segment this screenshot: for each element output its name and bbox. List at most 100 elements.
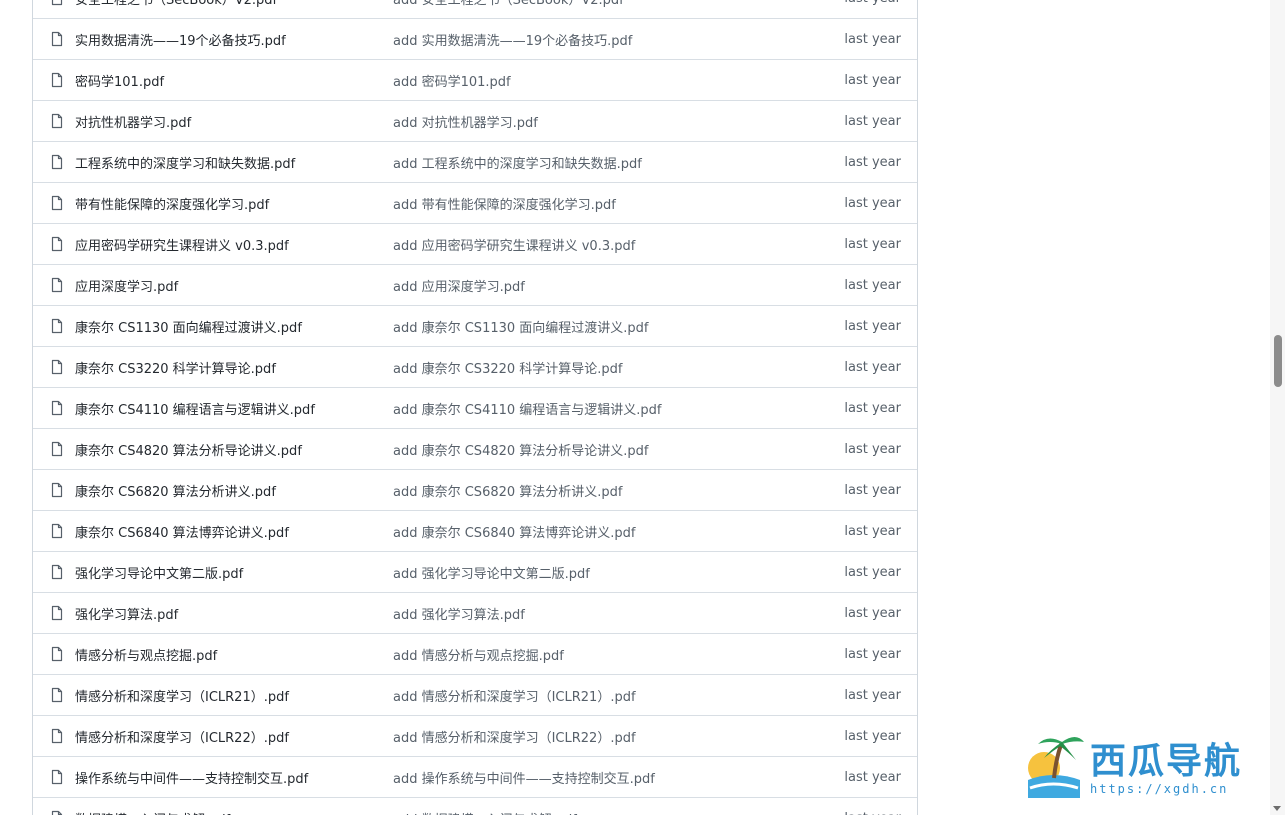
commit-message-link[interactable]: add 密码学101.pdf — [393, 71, 813, 90]
commit-age: last year — [844, 523, 901, 539]
file-row[interactable]: 强化学习导论中文第二版.pdf add 强化学习导论中文第二版.pdf last y… — [33, 551, 917, 592]
file-row[interactable]: 密码学101.pdf add 密码学101.pdf last year — [33, 59, 917, 100]
file-name-link[interactable]: 康奈尔 CS3220 科学计算导论.pdf — [75, 358, 393, 377]
file-icon — [49, 769, 65, 785]
file-row[interactable]: 康奈尔 CS4820 算法分析导论讲义.pdf add 康奈尔 CS4820 算法… — [33, 428, 917, 469]
file-icon — [49, 113, 65, 129]
file-name-link[interactable]: 情感分析与观点挖掘.pdf — [75, 645, 393, 664]
file-row[interactable]: 康奈尔 CS6820 算法分析讲义.pdf add 康奈尔 CS6820 算法分析… — [33, 469, 917, 510]
commit-age: last year — [844, 113, 901, 129]
commit-message-link[interactable]: add 带有性能保障的深度强化学习.pdf — [393, 194, 813, 213]
commit-message-link[interactable]: add 数据建模：入门与求解.pdf — [393, 809, 813, 815]
commit-message-link[interactable]: add 康奈尔 CS6820 算法分析讲义.pdf — [393, 481, 813, 500]
file-icon — [49, 810, 65, 815]
file-row[interactable]: 强化学习算法.pdf add 强化学习算法.pdf last year — [33, 592, 917, 633]
file-name-link[interactable]: 带有性能保障的深度强化学习.pdf — [75, 194, 393, 213]
commit-age: last year — [844, 359, 901, 375]
commit-message-link[interactable]: add 康奈尔 CS4110 编程语言与逻辑讲义.pdf — [393, 399, 813, 418]
commit-age: last year — [844, 769, 901, 785]
commit-age: last year — [844, 72, 901, 88]
file-icon — [49, 0, 65, 6]
commit-message-link[interactable]: add 康奈尔 CS1130 面向编程过渡讲义.pdf — [393, 317, 813, 336]
commit-age: last year — [844, 728, 901, 744]
file-row[interactable]: 操作系统与中间件——支持控制交互.pdf add 操作系统与中间件——支持控制交互… — [33, 756, 917, 797]
file-icon — [49, 318, 65, 334]
file-name-link[interactable]: 应用密码学研究生课程讲义 v0.3.pdf — [75, 235, 393, 254]
commit-message-link[interactable]: add 强化学习算法.pdf — [393, 604, 813, 623]
commit-age: last year — [844, 564, 901, 580]
commit-age: last year — [844, 0, 901, 6]
vertical-scrollbar[interactable] — [1270, 0, 1285, 815]
commit-message-link[interactable]: add 安全工程之书（SecBook）V2.pdf — [393, 0, 813, 8]
file-name-link[interactable]: 实用数据清洗——19个必备技巧.pdf — [75, 30, 393, 49]
commit-age: last year — [844, 277, 901, 293]
file-name-link[interactable]: 工程系统中的深度学习和缺失数据.pdf — [75, 153, 393, 172]
scroll-down-arrow-icon[interactable] — [1273, 806, 1281, 811]
commit-message-link[interactable]: add 对抗性机器学习.pdf — [393, 112, 813, 131]
file-name-link[interactable]: 操作系统与中间件——支持控制交互.pdf — [75, 768, 393, 787]
file-name-link[interactable]: 强化学习算法.pdf — [75, 604, 393, 623]
commit-message-link[interactable]: add 工程系统中的深度学习和缺失数据.pdf — [393, 153, 813, 172]
file-row[interactable]: 实用数据清洗——19个必备技巧.pdf add 实用数据清洗——19个必备技巧.p… — [33, 18, 917, 59]
commit-age: last year — [844, 154, 901, 170]
file-row[interactable]: 数据建模：入门与求解.pdfadd 数据建模：入门与求解.pdf last yea… — [33, 797, 917, 815]
file-name-link[interactable]: 情感分析和深度学习（ICLR21）.pdf — [75, 686, 393, 705]
file-row[interactable]: 康奈尔 CS3220 科学计算导论.pdf add 康奈尔 CS3220 科学计算… — [33, 346, 917, 387]
file-name-link[interactable]: 康奈尔 CS4820 算法分析导论讲义.pdf — [75, 440, 393, 459]
commit-message-link[interactable]: add 康奈尔 CS6840 算法博弈论讲义.pdf — [393, 522, 813, 541]
file-name-link[interactable]: 康奈尔 CS1130 面向编程过渡讲义.pdf — [75, 317, 393, 336]
file-row[interactable]: 康奈尔 CS4110 编程语言与逻辑讲义.pdf add 康奈尔 CS4110 编… — [33, 387, 917, 428]
commit-message-link[interactable]: add 应用密码学研究生课程讲义 v0.3.pdf — [393, 235, 813, 254]
commit-age: last year — [844, 605, 901, 621]
file-icon — [49, 687, 65, 703]
commit-message-link[interactable]: add 康奈尔 CS4820 算法分析导论讲义.pdf — [393, 440, 813, 459]
file-icon — [49, 154, 65, 170]
scrollbar-thumb[interactable] — [1274, 335, 1282, 387]
file-row[interactable]: 情感分析与观点挖掘.pdf add 情感分析与观点挖掘.pdf last year — [33, 633, 917, 674]
file-name-link[interactable]: 安全工程之书（SecBook）V2.pdf — [75, 0, 393, 8]
file-icon — [49, 359, 65, 375]
commit-message-link[interactable]: add 应用深度学习.pdf — [393, 276, 813, 295]
file-name-link[interactable]: 强化学习导论中文第二版.pdf — [75, 563, 393, 582]
file-row[interactable]: 情感分析和深度学习（ICLR22）.pdf add 情感分析和深度学习（ICLR2… — [33, 715, 917, 756]
file-list-table: 安全工程之书（SecBook）V2.pdf add 安全工程之书（SecBook）… — [32, 0, 918, 815]
file-row[interactable]: 工程系统中的深度学习和缺失数据.pdf add 工程系统中的深度学习和缺失数据.p… — [33, 141, 917, 182]
file-icon — [49, 646, 65, 662]
commit-message-link[interactable]: add 情感分析与观点挖掘.pdf — [393, 645, 813, 664]
file-name-link[interactable]: 康奈尔 CS4110 编程语言与逻辑讲义.pdf — [75, 399, 393, 418]
file-row[interactable]: 安全工程之书（SecBook）V2.pdf add 安全工程之书（SecBook）… — [33, 0, 917, 18]
file-name-link[interactable]: 情感分析和深度学习（ICLR22）.pdf — [75, 727, 393, 746]
file-name-link[interactable]: 康奈尔 CS6820 算法分析讲义.pdf — [75, 481, 393, 500]
file-row[interactable]: 应用深度学习.pdf add 应用深度学习.pdf last year — [33, 264, 917, 305]
file-row[interactable]: 康奈尔 CS1130 面向编程过渡讲义.pdf add 康奈尔 CS1130 面向… — [33, 305, 917, 346]
file-icon — [49, 236, 65, 252]
commit-message-link[interactable]: add 康奈尔 CS3220 科学计算导论.pdf — [393, 358, 813, 377]
file-name-link[interactable]: 康奈尔 CS6840 算法博弈论讲义.pdf — [75, 522, 393, 541]
commit-age: last year — [844, 646, 901, 662]
commit-message-link[interactable]: add 操作系统与中间件——支持控制交互.pdf — [393, 768, 813, 787]
commit-message-link[interactable]: add 实用数据清洗——19个必备技巧.pdf — [393, 30, 813, 49]
commit-age: last year — [844, 31, 901, 47]
commit-message-link[interactable]: add 情感分析和深度学习（ICLR21）.pdf — [393, 686, 813, 705]
file-name-link[interactable]: 对抗性机器学习.pdf — [75, 112, 393, 131]
file-row[interactable]: 应用密码学研究生课程讲义 v0.3.pdf add 应用密码学研究生课程讲义 v0… — [33, 223, 917, 264]
commit-age: last year — [844, 236, 901, 252]
file-row[interactable]: 康奈尔 CS6840 算法博弈论讲义.pdf add 康奈尔 CS6840 算法博… — [33, 510, 917, 551]
file-icon — [49, 482, 65, 498]
commit-age: last year — [844, 687, 901, 703]
commit-age: last year — [844, 195, 901, 211]
file-icon — [49, 72, 65, 88]
file-icon — [49, 605, 65, 621]
file-icon — [49, 564, 65, 580]
file-row[interactable]: 对抗性机器学习.pdf add 对抗性机器学习.pdf last year — [33, 100, 917, 141]
file-name-link[interactable]: 数据建模：入门与求解.pdf — [75, 809, 393, 815]
file-name-link[interactable]: 应用深度学习.pdf — [75, 276, 393, 295]
commit-message-link[interactable]: add 情感分析和深度学习（ICLR22）.pdf — [393, 727, 813, 746]
commit-message-link[interactable]: add 强化学习导论中文第二版.pdf — [393, 563, 813, 582]
file-name-link[interactable]: 密码学101.pdf — [75, 71, 393, 90]
file-icon — [49, 277, 65, 293]
commit-age: last year — [844, 811, 901, 815]
file-row[interactable]: 情感分析和深度学习（ICLR21）.pdf add 情感分析和深度学习（ICLR2… — [33, 674, 917, 715]
watermark: 西瓜导航 https://xgdh.cn — [1020, 730, 1270, 805]
file-row[interactable]: 带有性能保障的深度强化学习.pdf add 带有性能保障的深度强化学习.pdf la… — [33, 182, 917, 223]
